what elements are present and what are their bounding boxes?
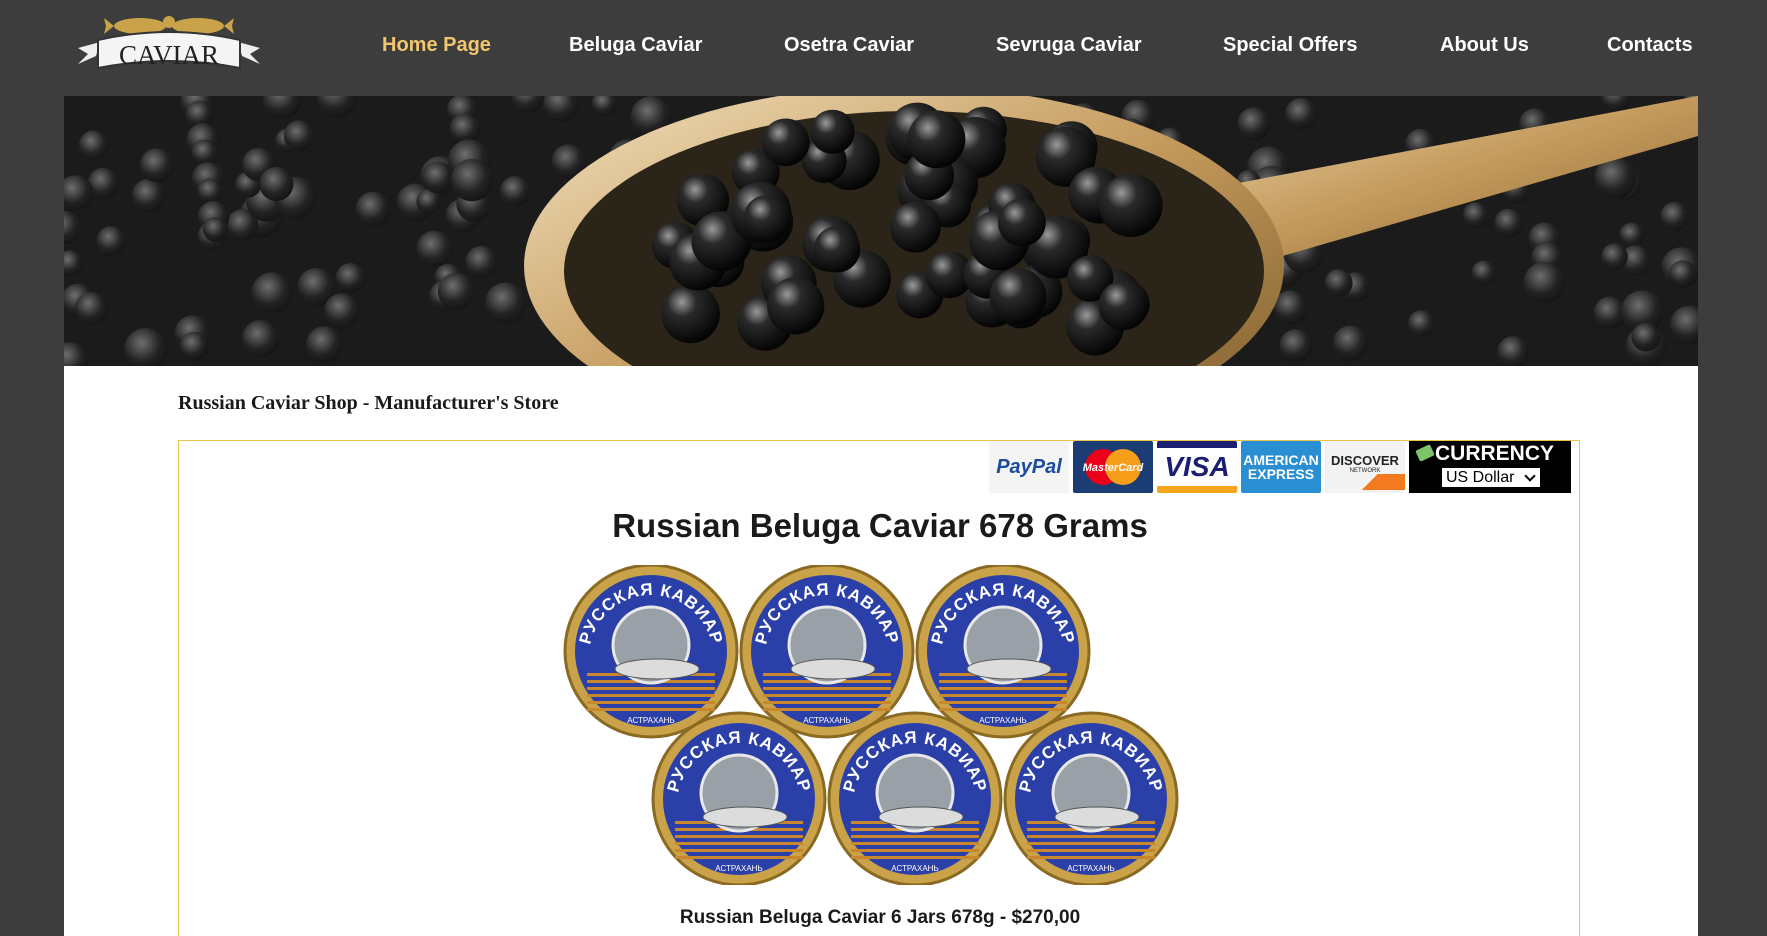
caviar-tin: РУССКАЯ КАВИАРАСТРАХАНЬ: [827, 711, 1003, 887]
svg-text:АСТРАХАНЬ: АСТРАХАНЬ: [627, 716, 674, 725]
currency-selected-value: US Dollar: [1446, 468, 1515, 486]
nav-osetra-caviar[interactable]: Osetra Caviar: [784, 34, 914, 57]
svg-text:АСТРАХАНЬ: АСТРАХАНЬ: [803, 716, 850, 725]
nav-beluga-caviar[interactable]: Beluga Caviar: [569, 34, 702, 57]
content-panel: Russian Caviar Shop - Manufacturer's Sto…: [64, 366, 1698, 936]
discover-logo: DISCOVER NETWORK: [1325, 441, 1405, 493]
nav-about-us[interactable]: About Us: [1440, 34, 1529, 57]
chevron-down-icon: [1524, 469, 1536, 482]
svg-text:АСТРАХАНЬ: АСТРАХАНЬ: [1067, 864, 1114, 873]
svg-text:АСТРАХАНЬ: АСТРАХАНЬ: [891, 864, 938, 873]
caviar-tin: РУССКАЯ КАВИАРАСТРАХАНЬ: [1003, 711, 1179, 887]
product-title: Russian Beluga Caviar 678 Grams: [612, 507, 1148, 544]
currency-widget: CURRENCY US Dollar: [1409, 441, 1571, 493]
svg-text:АСТРАХАНЬ: АСТРАХАНЬ: [715, 864, 762, 873]
nav-special-offers[interactable]: Special Offers: [1223, 34, 1358, 57]
nav-home-page[interactable]: Home Page: [382, 34, 491, 57]
main-nav: Home Page Beluga Caviar Osetra Caviar Se…: [0, 34, 1767, 64]
product-image-caviar-tins[interactable]: РУССКАЯ КАВИАР АСТРАХАНЬ РУССКАЯ КАВИАР АСТ…: [563, 563, 1203, 887]
caviar-tin: РУССКАЯ КАВИАРАСТРАХАНЬ: [915, 563, 1091, 739]
product-price-caption[interactable]: Russian Beluga Caviar 6 Jars 678g - $270…: [179, 907, 1581, 929]
amex-logo: AMERICAN EXPRESS: [1241, 441, 1321, 493]
svg-text:АСТРАХАНЬ: АСТРАХАНЬ: [979, 716, 1026, 725]
nav-contacts[interactable]: Contacts: [1607, 34, 1693, 57]
nav-sevruga-caviar[interactable]: Sevruga Caviar: [996, 34, 1142, 57]
currency-label: CURRENCY: [1435, 442, 1555, 465]
hero-banner-caviar-spoon: [64, 96, 1698, 366]
caviar-tin: РУССКАЯ КАВИАРАСТРАХАНЬ: [739, 563, 915, 739]
currency-select[interactable]: US Dollar: [1441, 467, 1541, 488]
caviar-tin: РУССКАЯ КАВИАРАСТРАХАНЬ: [651, 711, 827, 887]
store-title: Russian Caviar Shop - Manufacturer's Sto…: [178, 392, 559, 414]
caviar-tin: РУССКАЯ КАВИАРАСТРАХАНЬ: [563, 563, 739, 739]
product-box: PayPal MasterCard VISA AMERICAN EXPRESS D…: [178, 440, 1580, 936]
visa-logo: VISA: [1157, 441, 1237, 493]
site-header: CAVIAR Home Page Beluga Caviar Osetra Ca…: [0, 0, 1767, 96]
mastercard-logo: MasterCard: [1073, 441, 1153, 493]
paypal-logo: PayPal: [989, 441, 1069, 493]
svg-text:MasterCard: MasterCard: [1083, 462, 1144, 474]
money-icon: [1415, 444, 1435, 462]
